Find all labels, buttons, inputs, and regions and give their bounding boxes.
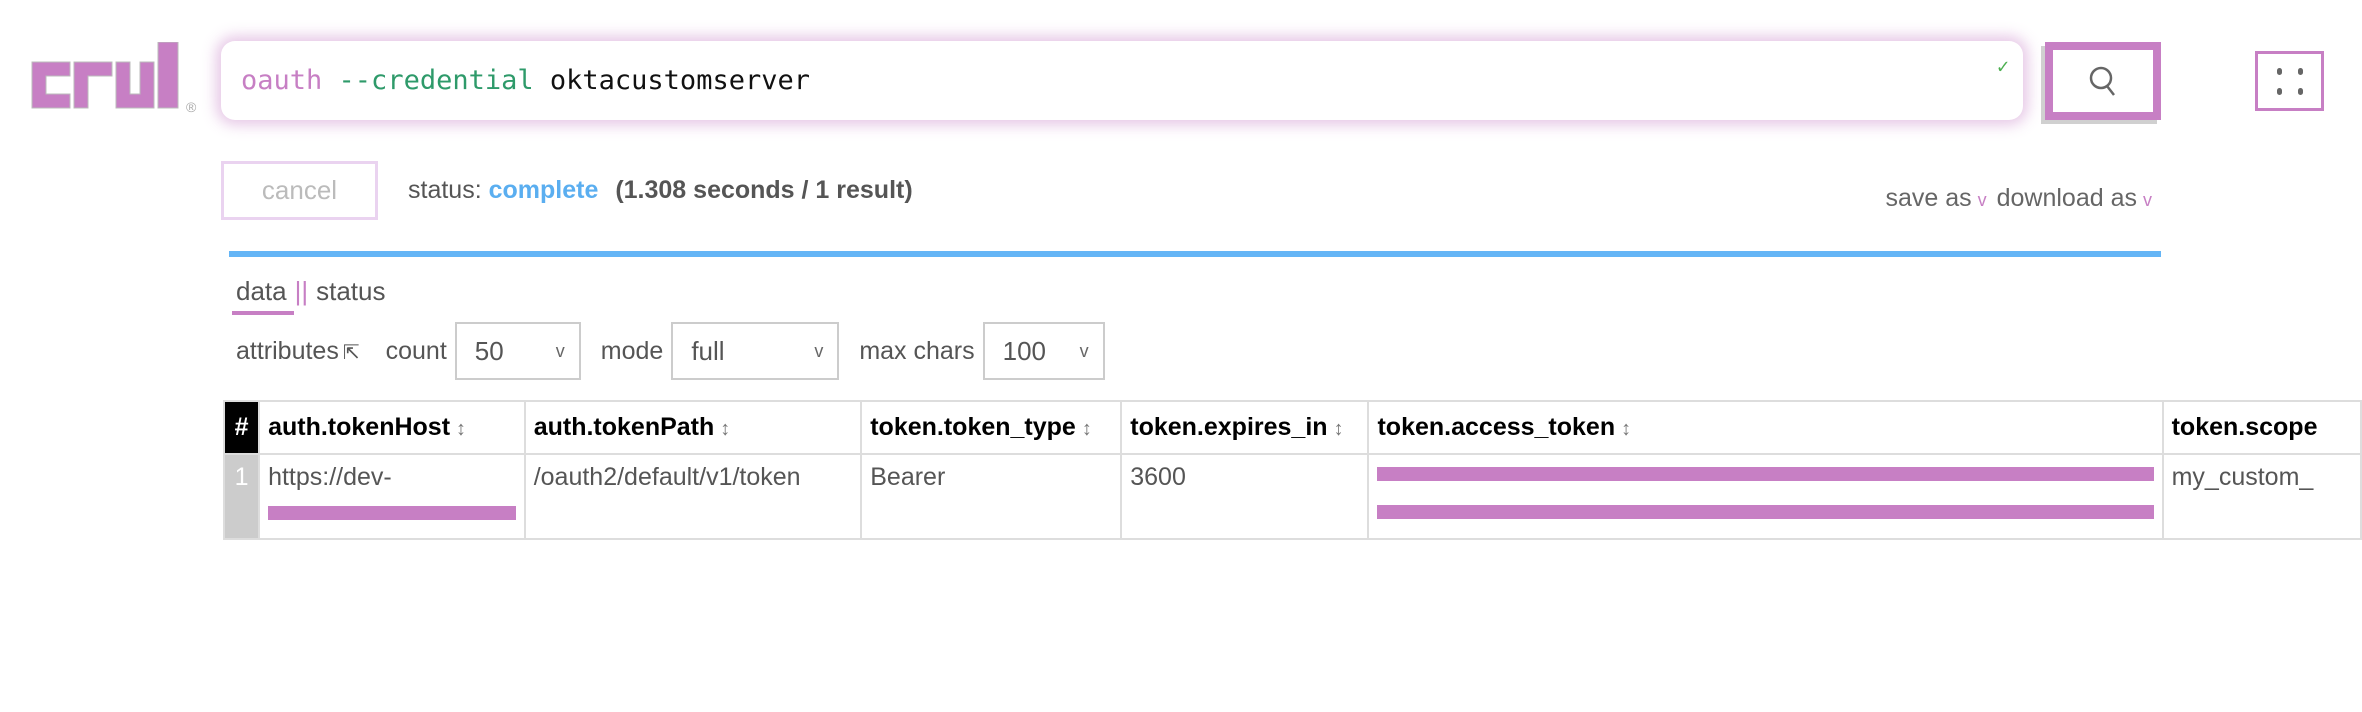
chevron-down-icon: v: [814, 340, 824, 361]
cell-access-token: [1367, 453, 2164, 540]
status-label: status:: [408, 176, 482, 204]
table-row: 1 https://dev- /oauth2/default/v1/token …: [222, 453, 2362, 540]
sort-icon[interactable]: ↕: [456, 418, 466, 440]
mode-label: mode: [600, 336, 664, 365]
redaction-bar: [1377, 467, 2154, 481]
expand-arrow-icon: ⇱: [342, 341, 360, 364]
tab-status[interactable]: status: [316, 276, 385, 306]
count-label: count: [385, 336, 447, 365]
download-as-dropdown[interactable]: download as v: [1997, 184, 2162, 212]
max-chars-value: 100: [1002, 335, 1047, 366]
column-header-expires-in[interactable]: token.expires_in ↕: [1120, 400, 1370, 455]
column-header-tokenhost[interactable]: auth.tokenHost ↕: [258, 400, 526, 455]
max-chars-label: max chars: [859, 336, 975, 365]
progress-bar: [229, 251, 2161, 257]
count-select[interactable]: 50 v: [454, 322, 581, 380]
active-tab-indicator: [232, 311, 294, 315]
attributes-label: attributes: [236, 336, 339, 365]
chevron-down-icon: v: [2143, 190, 2152, 210]
row-index: 1: [222, 453, 261, 540]
column-header-index: #: [222, 400, 261, 455]
search-button[interactable]: [2045, 42, 2161, 120]
chevron-down-icon: v: [1977, 190, 1987, 210]
menu-button[interactable]: [2255, 51, 2324, 111]
redaction-bar: [268, 506, 516, 520]
cell-scope: my_custom_: [2161, 453, 2362, 540]
result-controls: attributes ⇱ count 50 v mode full v max cha…: [236, 322, 1125, 380]
save-as-label: save as: [1885, 184, 1972, 212]
search-icon: [2089, 66, 2115, 96]
chevron-down-icon: v: [555, 340, 565, 361]
download-as-label: download as: [1996, 184, 2137, 212]
sort-icon[interactable]: ↕: [1334, 418, 1344, 440]
status-value: complete: [488, 176, 599, 204]
cell-token-type: Bearer: [860, 453, 1123, 540]
column-header-scope[interactable]: token.scope: [2161, 400, 2362, 455]
column-header-access-token[interactable]: token.access_token ↕: [1367, 400, 2164, 455]
query-input[interactable]: oauth --credential oktacustomserver ✓: [221, 41, 2023, 120]
cell-expires-in: 3600: [1120, 453, 1370, 540]
query-flag: --credential: [338, 65, 534, 96]
query-command: oauth: [241, 65, 323, 96]
attributes-toggle[interactable]: attributes ⇱: [236, 337, 360, 366]
redaction-bar: [1377, 505, 2154, 519]
export-menu: save as v download as v: [1885, 184, 2162, 213]
svg-text:®: ®: [186, 99, 197, 115]
column-header-token-type[interactable]: token.token_type ↕: [860, 400, 1123, 455]
query-value: oktacustomserver: [549, 65, 810, 96]
cell-tokenpath: /oauth2/default/v1/token: [523, 453, 863, 540]
sort-icon[interactable]: ↕: [720, 418, 730, 440]
tab-data[interactable]: data: [236, 276, 287, 306]
chevron-down-icon: v: [1079, 340, 1089, 361]
count-value: 50: [474, 335, 504, 366]
sort-icon[interactable]: ↕: [1082, 418, 1092, 440]
column-header-tokenpath[interactable]: auth.tokenPath ↕: [523, 400, 863, 455]
sort-icon[interactable]: ↕: [1621, 418, 1631, 440]
cell-tokenhost: https://dev-: [258, 453, 526, 540]
results-table: # auth.tokenHost ↕ auth.tokenPath ↕ token.…: [222, 400, 2362, 540]
mode-select[interactable]: full v: [671, 322, 840, 380]
run-status: status: complete (1.308 seconds / 1 resu…: [408, 176, 913, 205]
status-timing: (1.308 seconds / 1 result): [615, 176, 913, 204]
mode-value: full: [691, 335, 725, 366]
crul-logo: ®: [30, 41, 200, 117]
cancel-button[interactable]: cancel: [221, 161, 378, 220]
table-header-row: # auth.tokenHost ↕ auth.tokenPath ↕ token.…: [222, 400, 2362, 455]
check-icon: ✓: [1996, 54, 2009, 78]
result-tabs: data || status: [236, 276, 386, 307]
max-chars-select[interactable]: 100 v: [982, 322, 1105, 380]
save-as-dropdown[interactable]: save as v: [1885, 184, 1996, 212]
tab-separator: ||: [294, 276, 309, 306]
